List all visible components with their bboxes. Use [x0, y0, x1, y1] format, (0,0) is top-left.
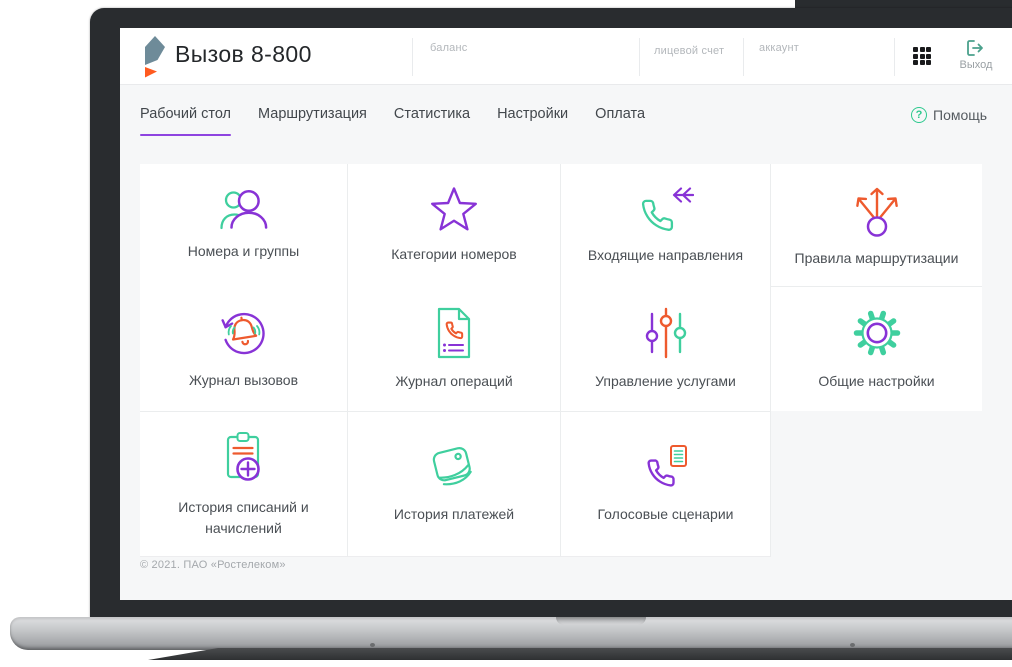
laptop-screen: Вызов 8-800 баланс лицевой счет аккаунт — [120, 28, 1012, 600]
header-divider — [894, 38, 895, 76]
star-icon — [430, 187, 477, 231]
laptop-lid: Вызов 8-800 баланс лицевой счет аккаунт — [90, 8, 1012, 618]
settings-gear-icon — [853, 311, 900, 356]
help-question-icon — [911, 107, 927, 123]
tile-operations-log[interactable]: Журнал операций — [348, 286, 561, 411]
tile-label: Общие настройки — [818, 373, 935, 390]
laptop-base-underside — [148, 648, 1012, 660]
tile-label: История платежей — [393, 506, 515, 523]
charges-history-icon — [226, 432, 260, 482]
laptop-foot — [370, 643, 375, 647]
incoming-call-icon — [641, 187, 694, 232]
tab-routing[interactable]: Маршрутизация — [258, 106, 367, 136]
tile-label: Входящие направления — [587, 247, 744, 264]
logout-icon — [967, 40, 983, 56]
users-icon — [219, 190, 267, 230]
personal-account-label: лицевой счет — [654, 45, 725, 57]
nav-tabbar: Рабочий стол Маршрутизация Статистика На… — [120, 85, 1012, 136]
header-divider — [743, 38, 744, 76]
tile-label: Правила маршрутизации — [794, 250, 959, 267]
main-area: Рабочий стол Маршрутизация Статистика На… — [120, 85, 1012, 600]
apps-grid-icon[interactable] — [913, 47, 931, 65]
tab-settings[interactable]: Настройки — [497, 106, 568, 136]
tile-label: Журнал операций — [395, 372, 513, 389]
payments-wallet-icon — [432, 447, 472, 486]
laptop-base — [10, 617, 1012, 650]
logout-label: Выход — [959, 59, 993, 71]
tile-number-categories[interactable]: Категории номеров — [348, 164, 561, 286]
tile-label: Управление услугами — [595, 372, 736, 389]
tile-routing-rules[interactable]: Правила маршрутизации — [771, 164, 982, 286]
tile-service-management[interactable]: Управление услугами — [561, 286, 771, 411]
routing-rules-icon — [855, 188, 898, 238]
app-window: Вызов 8-800 баланс лицевой счет аккаунт — [120, 28, 1012, 600]
tile-empty — [771, 411, 982, 557]
tab-payment[interactable]: Оплата — [595, 106, 645, 136]
account-label: аккаунт — [759, 42, 799, 54]
tile-payments-history[interactable]: История платежей — [348, 411, 561, 557]
tile-call-log[interactable]: Журнал вызовов — [140, 286, 348, 411]
balance-label: баланс — [430, 42, 468, 54]
tile-label: История списаний и начислений — [178, 499, 309, 536]
header-divider — [639, 38, 640, 76]
dashboard-tile-grid: Номера и группы Категории номеров Входящ… — [140, 164, 982, 557]
footer-copyright: © 2021. ПАО «Ростелеком» — [140, 559, 286, 571]
tile-label: Голосовые сценарии — [597, 506, 734, 523]
voice-scenarios-icon — [646, 445, 687, 487]
tile-label: Категории номеров — [391, 246, 517, 263]
laptop-base-notch — [556, 617, 646, 625]
tile-label: Номера и группы — [187, 243, 300, 260]
tile-numbers-and-groups[interactable]: Номера и группы — [140, 164, 348, 286]
help-link[interactable]: Помощь — [911, 107, 987, 123]
tile-label: Журнал вызовов — [188, 371, 299, 388]
laptop-mockup: Вызов 8-800 баланс лицевой счет аккаунт — [0, 0, 1012, 667]
tile-charges-history[interactable]: История списаний и начислений — [140, 411, 348, 557]
app-header: Вызов 8-800 баланс лицевой счет аккаунт — [120, 28, 1012, 85]
tile-general-settings[interactable]: Общие настройки — [771, 286, 982, 411]
laptop-foot — [850, 643, 855, 647]
operations-journal-icon — [437, 307, 471, 358]
tile-incoming-directions[interactable]: Входящие направления — [561, 164, 771, 286]
tab-desktop[interactable]: Рабочий стол — [140, 106, 232, 136]
tab-statistics[interactable]: Статистика — [394, 106, 470, 136]
logout-button[interactable]: Выход — [952, 39, 1000, 71]
app-title: Вызов 8-800 — [175, 41, 312, 67]
rostelecom-logo-icon — [145, 36, 165, 78]
services-sliders-icon — [645, 307, 686, 359]
header-divider — [412, 38, 413, 76]
tile-voice-scenarios[interactable]: Голосовые сценарии — [561, 411, 771, 557]
help-label: Помощь — [933, 107, 988, 123]
call-journal-icon — [220, 312, 265, 355]
